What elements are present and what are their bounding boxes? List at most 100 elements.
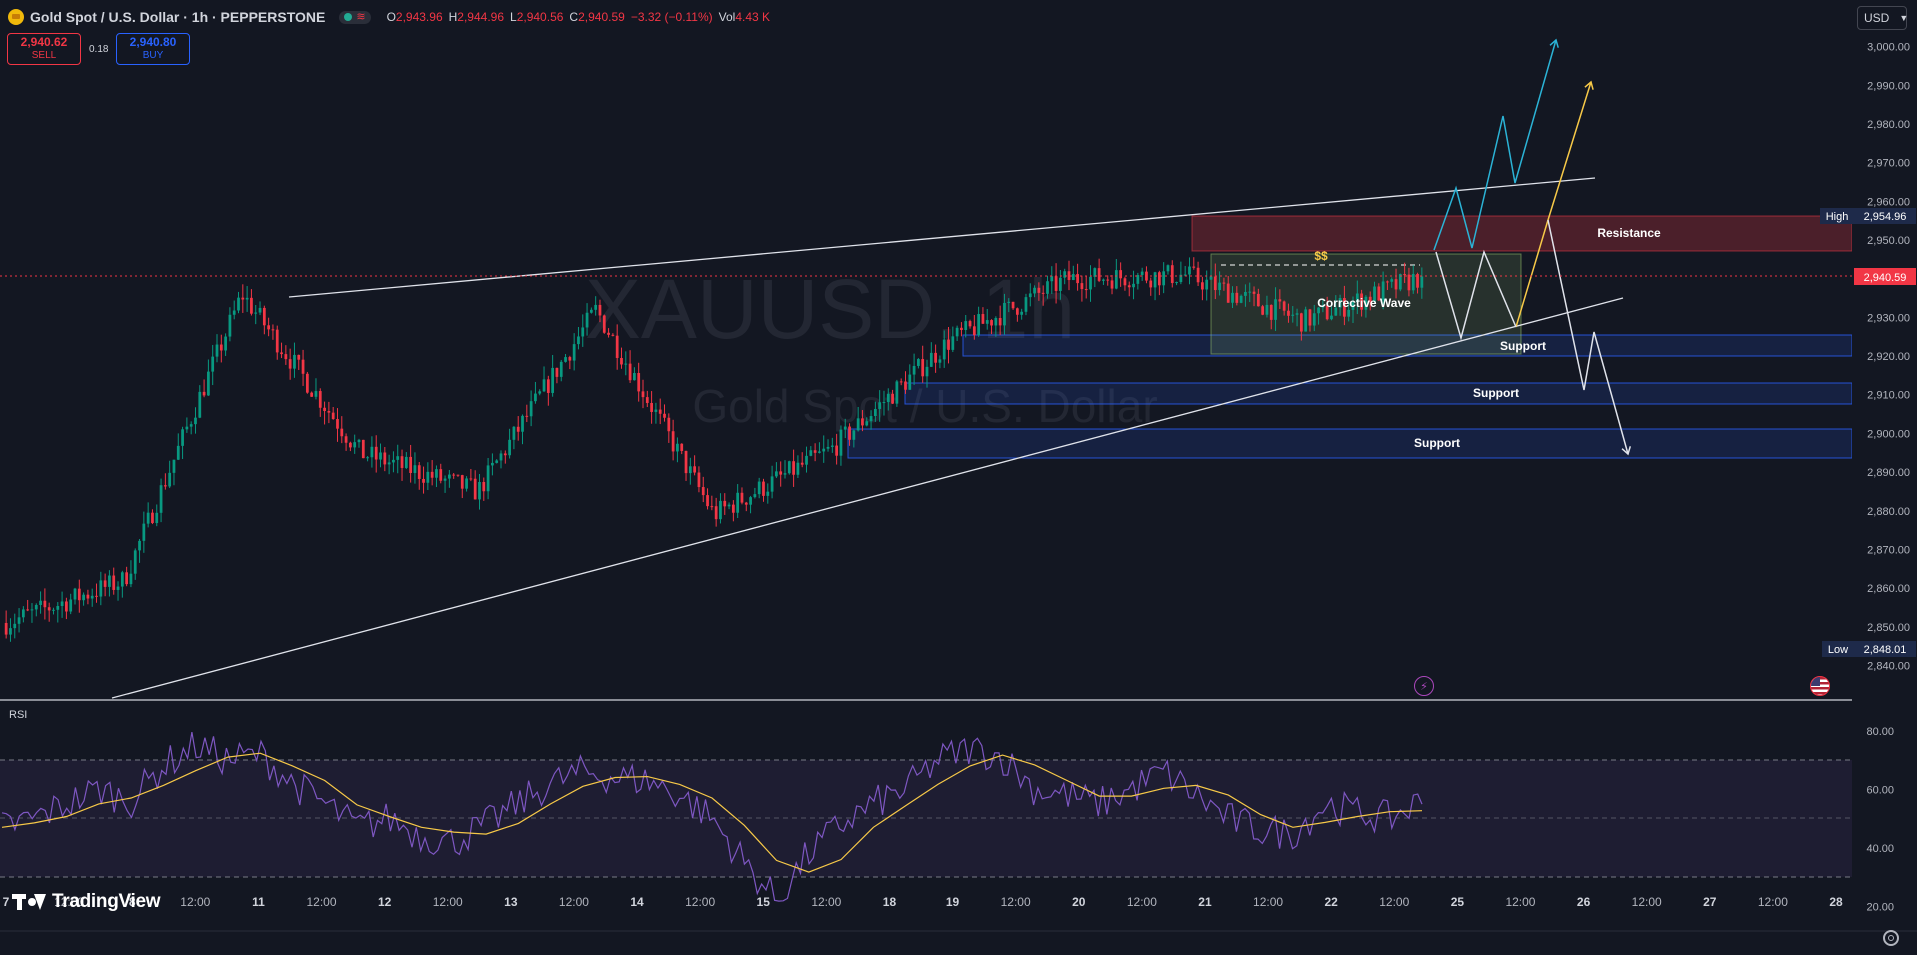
candle-body xyxy=(310,392,314,397)
candle-body xyxy=(77,588,81,601)
candle-body xyxy=(744,502,748,505)
resistance-label: Resistance xyxy=(1597,226,1661,240)
candle-body xyxy=(1299,313,1303,332)
candle-body xyxy=(163,485,167,487)
candle-body xyxy=(400,456,404,468)
candle-body xyxy=(120,572,124,587)
candle-body xyxy=(361,439,365,459)
high-value-legend: 2,944.96 xyxy=(457,10,505,24)
candle-body xyxy=(267,325,271,330)
candle-body xyxy=(491,462,494,466)
candle-body xyxy=(796,462,800,475)
time-axis[interactable]: 7 12:00 8 12:00 11 12:00 12 12:00 13 12:00 14 12:00… xyxy=(3,895,1843,909)
candle-body xyxy=(942,339,946,360)
candle-body xyxy=(168,472,172,487)
high-label: High xyxy=(1826,211,1849,223)
price-tick-label: 2,870.00 xyxy=(1867,544,1910,556)
candle-body xyxy=(125,572,129,585)
market-status-pill[interactable]: ≋ xyxy=(339,10,371,24)
candle-body xyxy=(830,445,834,447)
rsi-indicator-label[interactable]: RSI xyxy=(9,709,27,721)
lightning-event-icon[interactable]: ⚡ xyxy=(1414,676,1434,696)
price-tick-label: 2,920.00 xyxy=(1867,351,1910,363)
candle-body xyxy=(1153,272,1157,288)
candle-body xyxy=(1291,314,1295,316)
candle-body xyxy=(551,367,555,393)
chart-canvas[interactable]: XAUUSD, 1h Gold Spot / U.S. Dollar Resis… xyxy=(0,0,1917,955)
candle-body xyxy=(1114,270,1118,289)
candle-body xyxy=(293,354,296,369)
candle-body xyxy=(1132,283,1135,288)
symbol-title[interactable]: Gold Spot / U.S. Dollar · 1h · PEPPERSTO… xyxy=(30,9,325,25)
candle-body xyxy=(1244,291,1247,296)
candle-body xyxy=(430,471,434,478)
candle-body xyxy=(241,297,245,300)
rsi-tick-label: 60.00 xyxy=(1866,784,1894,796)
candle-body xyxy=(1033,287,1036,294)
resistance-zone[interactable] xyxy=(1191,215,1853,252)
candle-body xyxy=(409,456,413,474)
settings-gear-icon[interactable] xyxy=(1883,930,1899,946)
candle-body xyxy=(1024,297,1028,312)
candle-body xyxy=(1119,270,1123,279)
candle-body xyxy=(452,474,456,476)
candle-body xyxy=(813,450,817,453)
candle-body xyxy=(521,415,524,432)
candle-body xyxy=(357,439,361,443)
time-tick-label: 21 xyxy=(1198,895,1212,909)
candle-body xyxy=(710,506,714,508)
candle-body xyxy=(396,456,400,460)
candle-body xyxy=(594,304,598,310)
candle-body xyxy=(30,609,34,611)
us-flag-event-icon[interactable] xyxy=(1810,676,1830,696)
candle-body xyxy=(955,327,959,337)
candle-body xyxy=(581,327,585,337)
candle-body xyxy=(1256,293,1260,307)
buy-button[interactable]: 2,940.80 BUY xyxy=(116,33,190,65)
candle-body xyxy=(938,359,942,363)
candle-body xyxy=(921,359,925,377)
candle-body xyxy=(1028,293,1032,298)
time-tick-label: 27 xyxy=(1703,895,1717,909)
candle-body xyxy=(340,428,344,437)
support-label-3: Support xyxy=(1414,436,1460,450)
time-tick-label: 12:00 xyxy=(685,895,715,909)
candle-body xyxy=(1282,301,1286,311)
candle-body xyxy=(1183,274,1187,276)
candle-body xyxy=(159,485,163,513)
last-price-value: 2,940.59 xyxy=(1864,272,1907,284)
candle-body xyxy=(327,411,331,413)
candle-body xyxy=(1076,274,1079,284)
low-value: 2,848.01 xyxy=(1864,644,1907,656)
candle-body xyxy=(805,455,808,465)
candle-body xyxy=(422,478,425,483)
candle-body xyxy=(1278,299,1282,302)
projection-yellow-path[interactable] xyxy=(1515,81,1592,328)
tradingview-logo[interactable]: TradingView xyxy=(12,891,161,913)
candle-body xyxy=(624,363,628,365)
support-zone-2[interactable] xyxy=(904,382,1853,405)
candle-body xyxy=(779,471,783,475)
candle-body xyxy=(349,442,352,448)
candle-body xyxy=(1089,276,1092,290)
sell-button[interactable]: 2,940.62 SELL xyxy=(7,33,81,65)
candle-body xyxy=(843,426,847,430)
candle-body xyxy=(559,361,563,377)
candle-body xyxy=(654,409,658,412)
candle-body xyxy=(1110,280,1114,289)
candle-body xyxy=(964,321,968,331)
candle-body xyxy=(142,523,146,541)
currency-selector[interactable]: USD ▼ xyxy=(1857,6,1908,30)
candle-body xyxy=(525,415,529,417)
lower-trendline[interactable] xyxy=(111,297,1624,699)
support-zone-3[interactable] xyxy=(847,428,1853,459)
price-tick-label: 2,900.00 xyxy=(1867,428,1910,440)
candle-body xyxy=(1007,301,1011,303)
time-tick-label: 12:00 xyxy=(1253,895,1283,909)
candle-body xyxy=(228,314,232,337)
candle-body xyxy=(508,439,511,456)
candle-body xyxy=(39,600,42,605)
open-value: 2,943.96 xyxy=(395,10,443,24)
time-tick-label: 25 xyxy=(1451,895,1465,909)
candle-body xyxy=(985,320,989,324)
